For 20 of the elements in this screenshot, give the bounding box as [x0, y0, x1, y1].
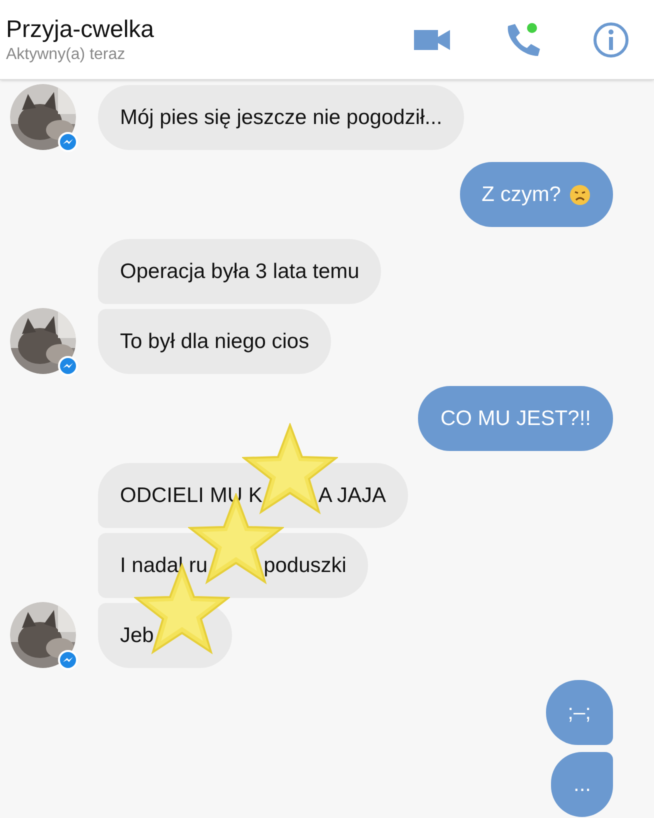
message-text: Mój pies się jeszcze nie pogodził... [120, 104, 442, 131]
message-text: Operacja była 3 lata temu [120, 258, 360, 285]
info-icon[interactable] [592, 20, 630, 58]
message-text: CO MU JEST?!! [440, 406, 591, 432]
messenger-badge-icon [58, 132, 78, 152]
message-text: ;–; [568, 700, 591, 726]
message-text: To był dla niego cios [120, 328, 310, 355]
message-text: ... [573, 772, 591, 798]
active-status: Aktywny(a) teraz [6, 44, 126, 64]
message-text: poduszki [264, 552, 346, 579]
messenger-badge-icon [58, 356, 78, 376]
contact-name: Przyja-cwelka [6, 14, 156, 44]
message-text: A JAJA [318, 482, 386, 509]
message-text: I nadal ru [120, 552, 208, 579]
sad-face-icon [569, 184, 591, 206]
video-call-icon[interactable] [414, 28, 450, 52]
message-text: Z czym? [482, 182, 561, 208]
message-text: Jeb [120, 622, 154, 649]
messenger-badge-icon [58, 650, 78, 670]
star-sticker-icon [242, 422, 338, 514]
